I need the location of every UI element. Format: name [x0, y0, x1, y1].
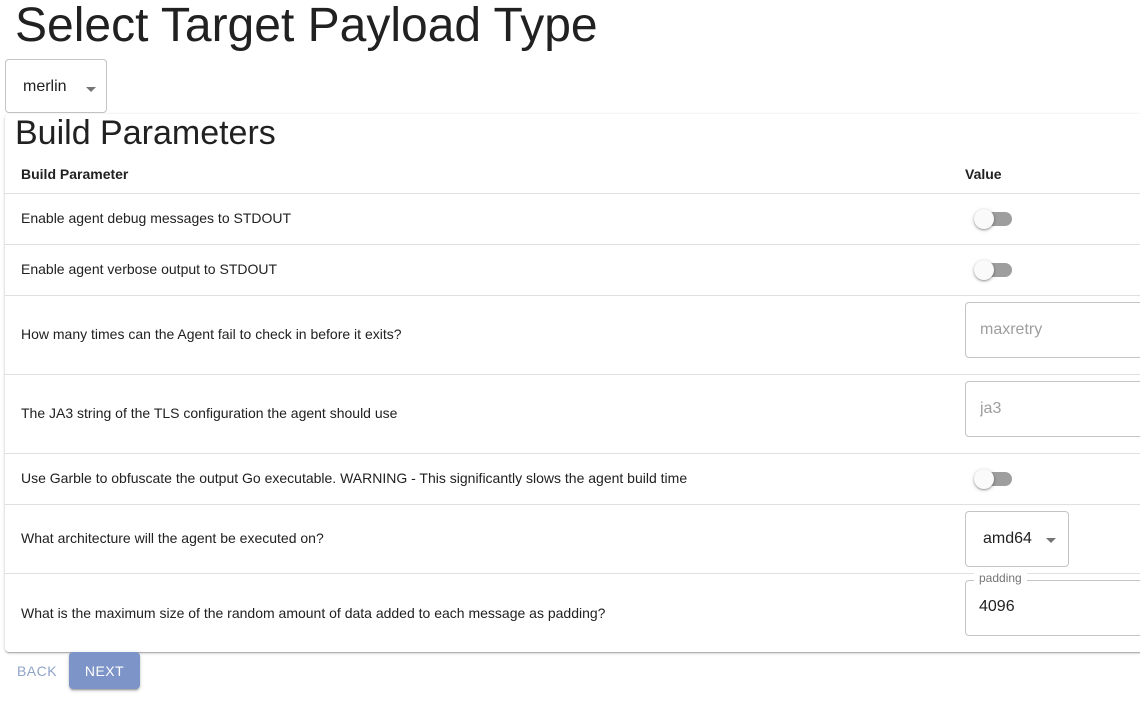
column-header-value: Value [965, 166, 1002, 182]
table-row: How many times can the Agent fail to che… [5, 296, 1140, 375]
table-row: What is the maximum size of the random a… [5, 571, 1140, 652]
switch-thumb [974, 209, 994, 229]
chevron-down-icon [1046, 538, 1056, 543]
ja3-input[interactable] [965, 381, 1140, 437]
table-row: Enable agent verbose output to STDOUT [5, 245, 1140, 296]
garble-toggle[interactable] [974, 468, 1012, 490]
table-header: Build Parameter Value [5, 152, 1140, 194]
table-row: Enable agent debug messages to STDOUT [5, 194, 1140, 245]
chevron-down-icon [86, 87, 96, 92]
table-row: The JA3 string of the TLS configuration … [5, 375, 1140, 454]
section-title: Build Parameters [15, 114, 276, 152]
maxretry-input[interactable] [965, 302, 1140, 358]
payload-type-value: merlin [23, 78, 67, 95]
column-header-parameter: Build Parameter [21, 166, 129, 182]
param-label-debug: Enable agent debug messages to STDOUT [21, 210, 292, 226]
payload-type-select[interactable]: merlin [5, 59, 107, 113]
param-label-maxretry: How many times can the Agent fail to che… [21, 326, 402, 342]
param-label-architecture: What architecture will the agent be exec… [21, 530, 324, 546]
back-button[interactable]: BACK [8, 654, 66, 688]
next-button[interactable]: NEXT [69, 652, 140, 689]
param-label-garble: Use Garble to obfuscate the output Go ex… [21, 470, 688, 486]
architecture-value: amd64 [983, 530, 1032, 547]
build-parameters-card: Build Parameters Build Parameter Value E… [5, 114, 1140, 652]
param-label-ja3: The JA3 string of the TLS configuration … [21, 405, 398, 421]
table-row: What architecture will the agent be exec… [5, 505, 1140, 574]
switch-thumb [974, 469, 994, 489]
page-title: Select Target Payload Type [15, 0, 598, 52]
param-label-padding: What is the maximum size of the random a… [21, 605, 606, 621]
architecture-select[interactable]: amd64 [965, 511, 1069, 567]
table-row: Use Garble to obfuscate the output Go ex… [5, 454, 1140, 505]
debug-toggle[interactable] [974, 208, 1012, 230]
switch-thumb [974, 260, 994, 280]
padding-field: padding [965, 571, 1140, 636]
padding-input[interactable] [966, 581, 1140, 633]
verbose-toggle[interactable] [974, 259, 1012, 281]
param-label-verbose: Enable agent verbose output to STDOUT [21, 261, 278, 277]
